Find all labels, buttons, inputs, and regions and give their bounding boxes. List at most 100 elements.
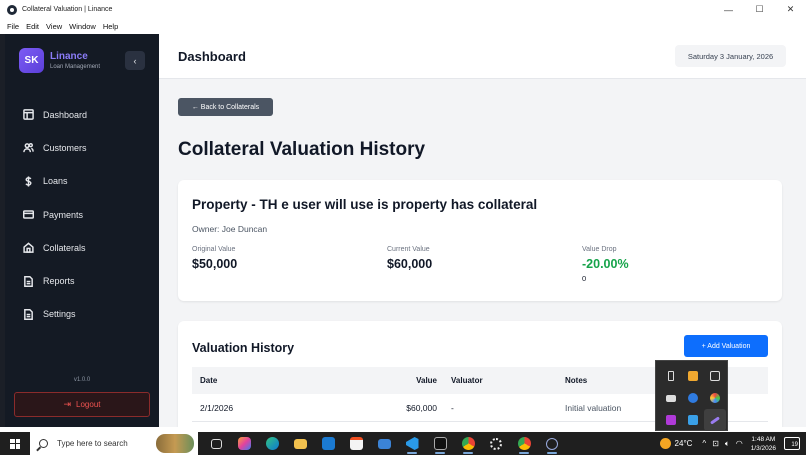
users-icon bbox=[23, 143, 34, 153]
value-drop-amount: 0 bbox=[582, 274, 587, 283]
minimize-button[interactable]: — bbox=[713, 0, 744, 19]
chrome-icon[interactable] bbox=[510, 432, 538, 455]
current-value: $60,000 bbox=[387, 257, 433, 271]
value-drop-label: Value Drop bbox=[582, 246, 617, 253]
sidebar-item-label: Loans bbox=[43, 176, 68, 187]
original-value-stat: Original Value $50,000 bbox=[192, 246, 237, 271]
wifi-icon[interactable]: ◠ bbox=[736, 439, 743, 448]
column-header-valuator: Valuator bbox=[451, 376, 483, 385]
store-icon[interactable] bbox=[342, 432, 370, 455]
edge-icon[interactable] bbox=[258, 432, 286, 455]
tray-color-icon[interactable] bbox=[704, 387, 726, 409]
search-highlight-icon bbox=[156, 434, 194, 453]
menu-view[interactable]: View bbox=[46, 22, 62, 31]
window-titlebar: Collateral Valuation | Linance — ☐ ✕ bbox=[0, 0, 806, 19]
property-summary-card: Property - TH e user will use is propert… bbox=[178, 180, 782, 301]
maximize-button[interactable]: ☐ bbox=[744, 0, 775, 19]
temperature[interactable]: 24°C bbox=[675, 439, 693, 448]
system-tray: 24°C ^ ⊡ 🔈︎ ◠ 1:48 AM 1/3/2026 19 bbox=[659, 432, 806, 455]
file-explorer-icon[interactable] bbox=[286, 432, 314, 455]
chevron-up-icon[interactable]: ^ bbox=[702, 439, 706, 448]
search-icon bbox=[39, 439, 48, 448]
menu-file[interactable]: File bbox=[7, 22, 19, 31]
back-to-collaterals-button[interactable]: ← Back to Collaterals bbox=[178, 98, 273, 116]
taskbar-search[interactable]: Type here to search bbox=[30, 432, 198, 455]
sidebar-item-loans[interactable]: Loans bbox=[5, 165, 159, 198]
top-header: Dashboard Saturday 3 January, 2026 bbox=[159, 34, 806, 79]
home-icon bbox=[23, 242, 34, 254]
sidebar-item-settings[interactable]: Settings bbox=[5, 298, 159, 331]
sidebar-item-reports[interactable]: Reports bbox=[5, 264, 159, 297]
network-icon[interactable]: ⊡ bbox=[712, 439, 719, 448]
scrollbar[interactable] bbox=[799, 34, 806, 427]
sidebar-item-label: Collaterals bbox=[43, 242, 86, 253]
cell-value: $60,000 bbox=[406, 402, 437, 413]
app-icon bbox=[7, 4, 17, 15]
tray-bolt-icon[interactable] bbox=[682, 409, 704, 431]
tray-hardware-icon[interactable] bbox=[660, 387, 682, 409]
tray-update-icon[interactable] bbox=[682, 387, 704, 409]
sidebar-item-customers[interactable]: Customers bbox=[5, 131, 159, 164]
layout-icon bbox=[23, 109, 34, 120]
property-title: Property - TH e user will use is propert… bbox=[192, 197, 538, 212]
sidebar-collapse-button[interactable]: ‹ bbox=[125, 51, 145, 70]
dollar-icon bbox=[25, 176, 32, 187]
original-value-label: Original Value bbox=[192, 246, 236, 253]
notification-icon[interactable]: 19 bbox=[784, 437, 800, 450]
original-value: $50,000 bbox=[192, 257, 238, 271]
add-valuation-button[interactable]: + Add Valuation bbox=[684, 335, 768, 357]
sidebar-item-label: Customers bbox=[43, 142, 87, 153]
sidebar-item-label: Settings bbox=[43, 309, 76, 320]
column-header-date: Date bbox=[200, 376, 218, 385]
logout-icon: ⇥ bbox=[63, 399, 72, 409]
weather-icon[interactable] bbox=[659, 438, 671, 449]
logout-label: Logout bbox=[76, 400, 101, 409]
clock-time: 1:48 AM bbox=[751, 435, 776, 443]
sidebar-item-collaterals[interactable]: Collaterals bbox=[5, 231, 159, 264]
copilot-icon[interactable] bbox=[230, 432, 258, 455]
tray-chat-icon[interactable] bbox=[704, 365, 726, 387]
brand-subtitle: Loan Management bbox=[50, 64, 101, 70]
vscode-icon[interactable] bbox=[398, 432, 426, 455]
tray-app-icon[interactable] bbox=[660, 409, 682, 431]
menu-edit[interactable]: Edit bbox=[26, 22, 39, 31]
sidebar: SK Linance Loan Management ‹ Dashboard C… bbox=[5, 34, 159, 427]
terminal-icon[interactable] bbox=[426, 432, 454, 455]
start-button[interactable] bbox=[0, 432, 30, 455]
sidebar-item-payments[interactable]: Payments bbox=[5, 198, 159, 231]
current-value-label: Current Value bbox=[387, 246, 430, 253]
tray-usb-icon[interactable] bbox=[660, 365, 682, 387]
settings-gear-icon[interactable] bbox=[482, 432, 510, 455]
volume-icon[interactable]: 🔈︎ bbox=[725, 439, 730, 449]
tray-pen-icon[interactable] bbox=[704, 409, 726, 431]
close-button[interactable]: ✕ bbox=[775, 0, 806, 19]
clock[interactable]: 1:48 AM 1/3/2026 bbox=[751, 435, 776, 453]
chrome-icon[interactable] bbox=[454, 432, 482, 455]
taskbar-apps bbox=[202, 432, 566, 455]
sidebar-item-dashboard[interactable]: Dashboard bbox=[5, 98, 159, 131]
page-title: Dashboard bbox=[178, 49, 246, 64]
card-icon bbox=[23, 210, 34, 219]
cell-date: 2/1/2026 bbox=[200, 402, 234, 413]
taskbar: Type here to search 24°C ^ ⊡ 🔈︎ ◠ 1:48 A… bbox=[0, 432, 806, 455]
sidebar-item-label: Dashboard bbox=[43, 109, 88, 120]
menu-help[interactable]: Help bbox=[103, 22, 118, 31]
value-drop-stat: Value Drop -20.00% 0 bbox=[582, 246, 629, 283]
menu-window[interactable]: Window bbox=[69, 22, 96, 31]
task-view-icon[interactable] bbox=[202, 432, 230, 455]
column-header-value: Value bbox=[416, 376, 437, 385]
sidebar-item-label: Payments bbox=[43, 209, 84, 220]
date-badge: Saturday 3 January, 2026 bbox=[675, 45, 786, 67]
valuation-history-heading: Collateral Valuation History bbox=[178, 139, 426, 160]
electron-app-icon[interactable] bbox=[538, 432, 566, 455]
outlook-icon[interactable] bbox=[314, 432, 342, 455]
cell-valuator: - bbox=[451, 402, 454, 413]
clock-date: 1/3/2026 bbox=[750, 444, 776, 452]
mail-icon[interactable] bbox=[370, 432, 398, 455]
section-title: Valuation History bbox=[192, 341, 295, 355]
tray-security-icon[interactable] bbox=[682, 365, 704, 387]
logout-button[interactable]: ⇥ Logout bbox=[14, 392, 150, 417]
sidebar-nav: Dashboard Customers Loans Payments Colla… bbox=[5, 98, 159, 331]
brand-logo: SK bbox=[19, 48, 44, 73]
notification-count: 19 bbox=[791, 442, 798, 448]
